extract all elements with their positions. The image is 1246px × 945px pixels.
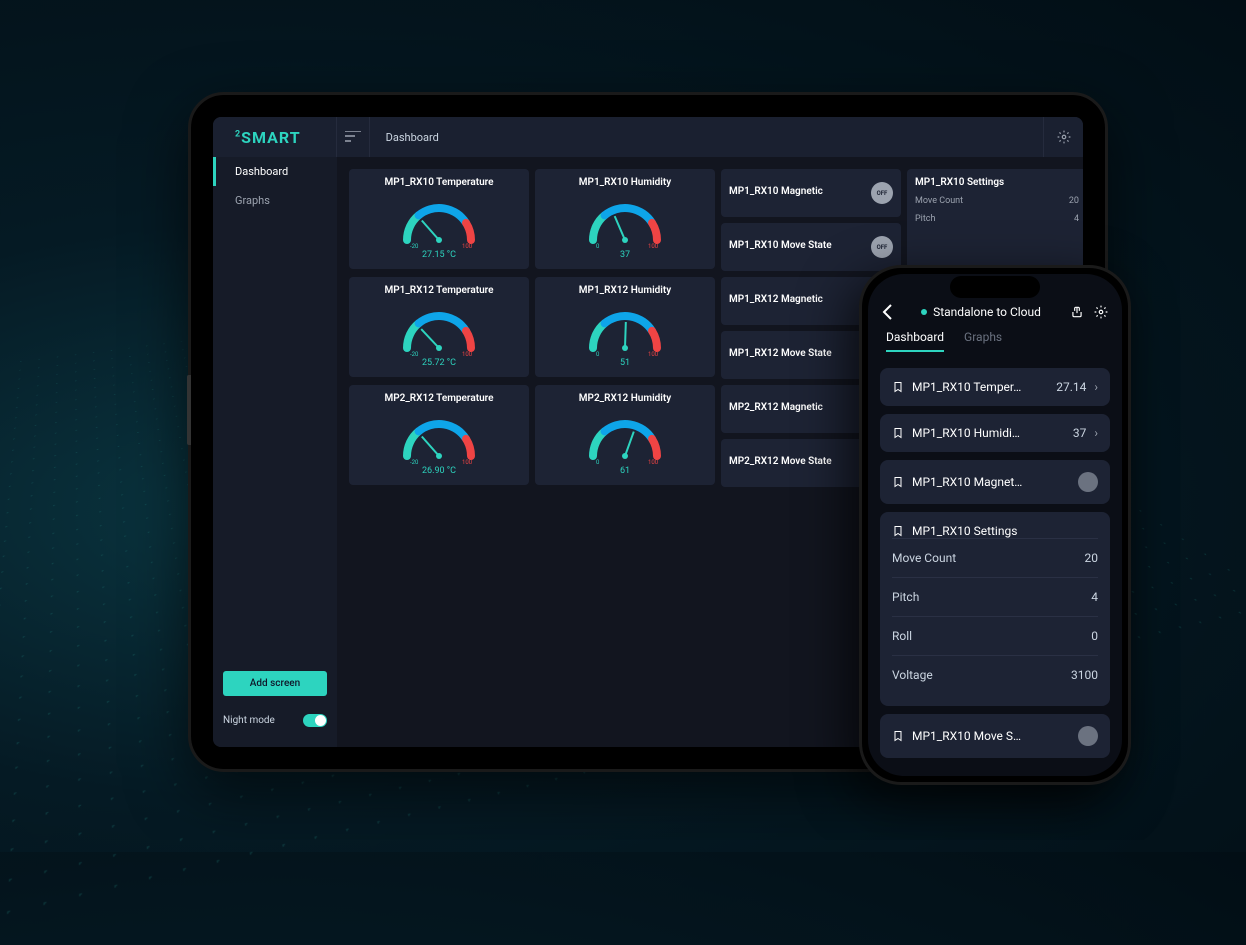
item-label: MP1_RX10 Move S… [912, 729, 1070, 743]
setting-label: Roll [892, 629, 912, 643]
gear-icon[interactable] [1043, 117, 1083, 157]
share-icon[interactable] [1070, 305, 1084, 319]
svg-text:-20: -20 [410, 459, 419, 466]
gauge-value: 25.72 °C [422, 358, 456, 368]
gauge-value: 37 [620, 250, 630, 260]
card-title: MP1_RX12 Move State [729, 348, 832, 359]
svg-text:100: 100 [648, 351, 659, 358]
card-title: MP1_RX10 Humidity [579, 177, 671, 188]
phone-page-title: Standalone to Cloud [900, 305, 1062, 319]
sort-icon[interactable] [336, 117, 370, 157]
gauge-value: 51 [620, 358, 630, 368]
list-item[interactable]: MP1_RX10 Move S… [880, 714, 1110, 758]
item-label: MP1_RX10 Temper… [912, 380, 1048, 394]
item-value: 37 [1073, 426, 1087, 440]
svg-text:100: 100 [648, 243, 659, 250]
card-title: MP1_RX12 Humidity [579, 285, 671, 296]
setting-value: 3100 [1071, 668, 1098, 682]
setting-label: Pitch [892, 590, 919, 604]
status-dot-icon [921, 309, 927, 315]
toggle-card[interactable]: MP1_RX10 Move State OFF [721, 223, 901, 271]
card-title: MP1_RX12 Temperature [384, 285, 493, 296]
card-title: MP1_RX12 Magnetic [729, 294, 823, 305]
gauge-card[interactable]: MP1_RX12 Temperature -20 100 25.72 °C [349, 277, 529, 377]
svg-text:100: 100 [462, 243, 473, 250]
card-title: MP1_RX10 Settings [915, 177, 1079, 188]
card-title: MP2_RX12 Magnetic [729, 402, 823, 413]
svg-text:0: 0 [596, 351, 600, 358]
item-value: 27.14 [1056, 380, 1086, 394]
night-mode-toggle[interactable] [303, 714, 327, 727]
svg-text:0: 0 [596, 243, 600, 250]
state-pill: OFF [871, 236, 893, 258]
card-title: MP2_RX12 Temperature [384, 393, 493, 404]
toggle-card[interactable]: MP1_RX10 Magnetic OFF [721, 169, 901, 217]
gear-icon[interactable] [1094, 305, 1108, 319]
chevron-right-icon: › [1094, 380, 1098, 394]
night-mode-label: Night mode [223, 715, 275, 726]
setting-value: 4 [1074, 214, 1079, 224]
toggle-off-icon[interactable] [1078, 726, 1098, 746]
settings-card[interactable]: MP1_RX10 Settings Move Count 20 Pitch 4 [907, 169, 1083, 271]
page-title: Dashboard [370, 131, 1043, 144]
sidebar-item-graphs[interactable]: Graphs [213, 186, 337, 215]
sidebar: Dashboard Graphs Add screen Night mode [213, 157, 337, 747]
tab-dashboard[interactable]: Dashboard [886, 330, 944, 352]
phone-device: Standalone to Cloud Dashboard Graphs MP1… [859, 265, 1131, 785]
setting-value: 20 [1085, 551, 1099, 565]
card-title: MP1_RX10 Magnetic [729, 186, 823, 197]
gauge-card[interactable]: MP2_RX12 Temperature -20 100 26.90 °C [349, 385, 529, 485]
setting-label: Move Count [892, 551, 956, 565]
list-item[interactable]: MP1_RX10 Temper… 27.14 › [880, 368, 1110, 406]
item-label: MP1_RX10 Settings [912, 524, 1017, 538]
gauge-card[interactable]: MP1_RX10 Humidity 0 100 37 [535, 169, 715, 269]
bookmark-icon [892, 730, 904, 742]
svg-text:100: 100 [462, 459, 473, 466]
setting-label: Voltage [892, 668, 933, 682]
svg-text:100: 100 [462, 351, 473, 358]
svg-text:-20: -20 [410, 243, 419, 250]
setting-value: 20 [1069, 196, 1079, 206]
topbar: 2SMART Dashboard [213, 117, 1083, 157]
bookmark-icon [892, 381, 904, 393]
back-icon[interactable] [882, 304, 892, 320]
list-item[interactable]: MP1_RX10 Humidi… 37 › [880, 414, 1110, 452]
bookmark-icon [892, 525, 904, 537]
gauge-value: 26.90 °C [422, 466, 456, 476]
svg-text:-20: -20 [410, 351, 419, 358]
svg-text:0: 0 [596, 459, 600, 466]
sidebar-item-dashboard[interactable]: Dashboard [213, 157, 337, 186]
setting-value: 0 [1091, 629, 1098, 643]
item-label: MP1_RX10 Humidi… [912, 426, 1065, 440]
card-title: MP2_RX12 Move State [729, 456, 832, 467]
card-title: MP2_RX12 Humidity [579, 393, 671, 404]
item-label: MP1_RX10 Magnet… [912, 475, 1070, 489]
chevron-right-icon: › [1094, 426, 1098, 440]
list-item[interactable]: MP1_RX10 Magnet… [880, 460, 1110, 504]
phone-screen: Standalone to Cloud Dashboard Graphs MP1… [868, 274, 1122, 776]
setting-label: Pitch [915, 214, 935, 224]
state-pill: OFF [871, 182, 893, 204]
gauge-card[interactable]: MP2_RX12 Humidity 0 100 61 [535, 385, 715, 485]
brand-logo: 2SMART [213, 128, 301, 147]
gauge-card[interactable]: MP1_RX12 Humidity 0 100 51 [535, 277, 715, 377]
tab-graphs[interactable]: Graphs [964, 330, 1002, 352]
gauge-value: 27.15 °C [422, 250, 456, 260]
gauge-value: 61 [620, 466, 630, 476]
toggle-off-icon[interactable] [1078, 472, 1098, 492]
add-screen-button[interactable]: Add screen [223, 671, 327, 696]
card-title: MP1_RX10 Temperature [384, 177, 493, 188]
card-title: MP1_RX10 Move State [729, 240, 832, 251]
gauge-card[interactable]: MP1_RX10 Temperature -20 100 27.15 °C [349, 169, 529, 269]
setting-value: 4 [1091, 590, 1098, 604]
settings-card[interactable]: MP1_RX10 Settings Move Count 20 Pitch 4 Roll 0… [880, 512, 1110, 706]
setting-label: Move Count [915, 196, 963, 206]
bookmark-icon [892, 427, 904, 439]
bookmark-icon [892, 476, 904, 488]
svg-text:100: 100 [648, 459, 659, 466]
